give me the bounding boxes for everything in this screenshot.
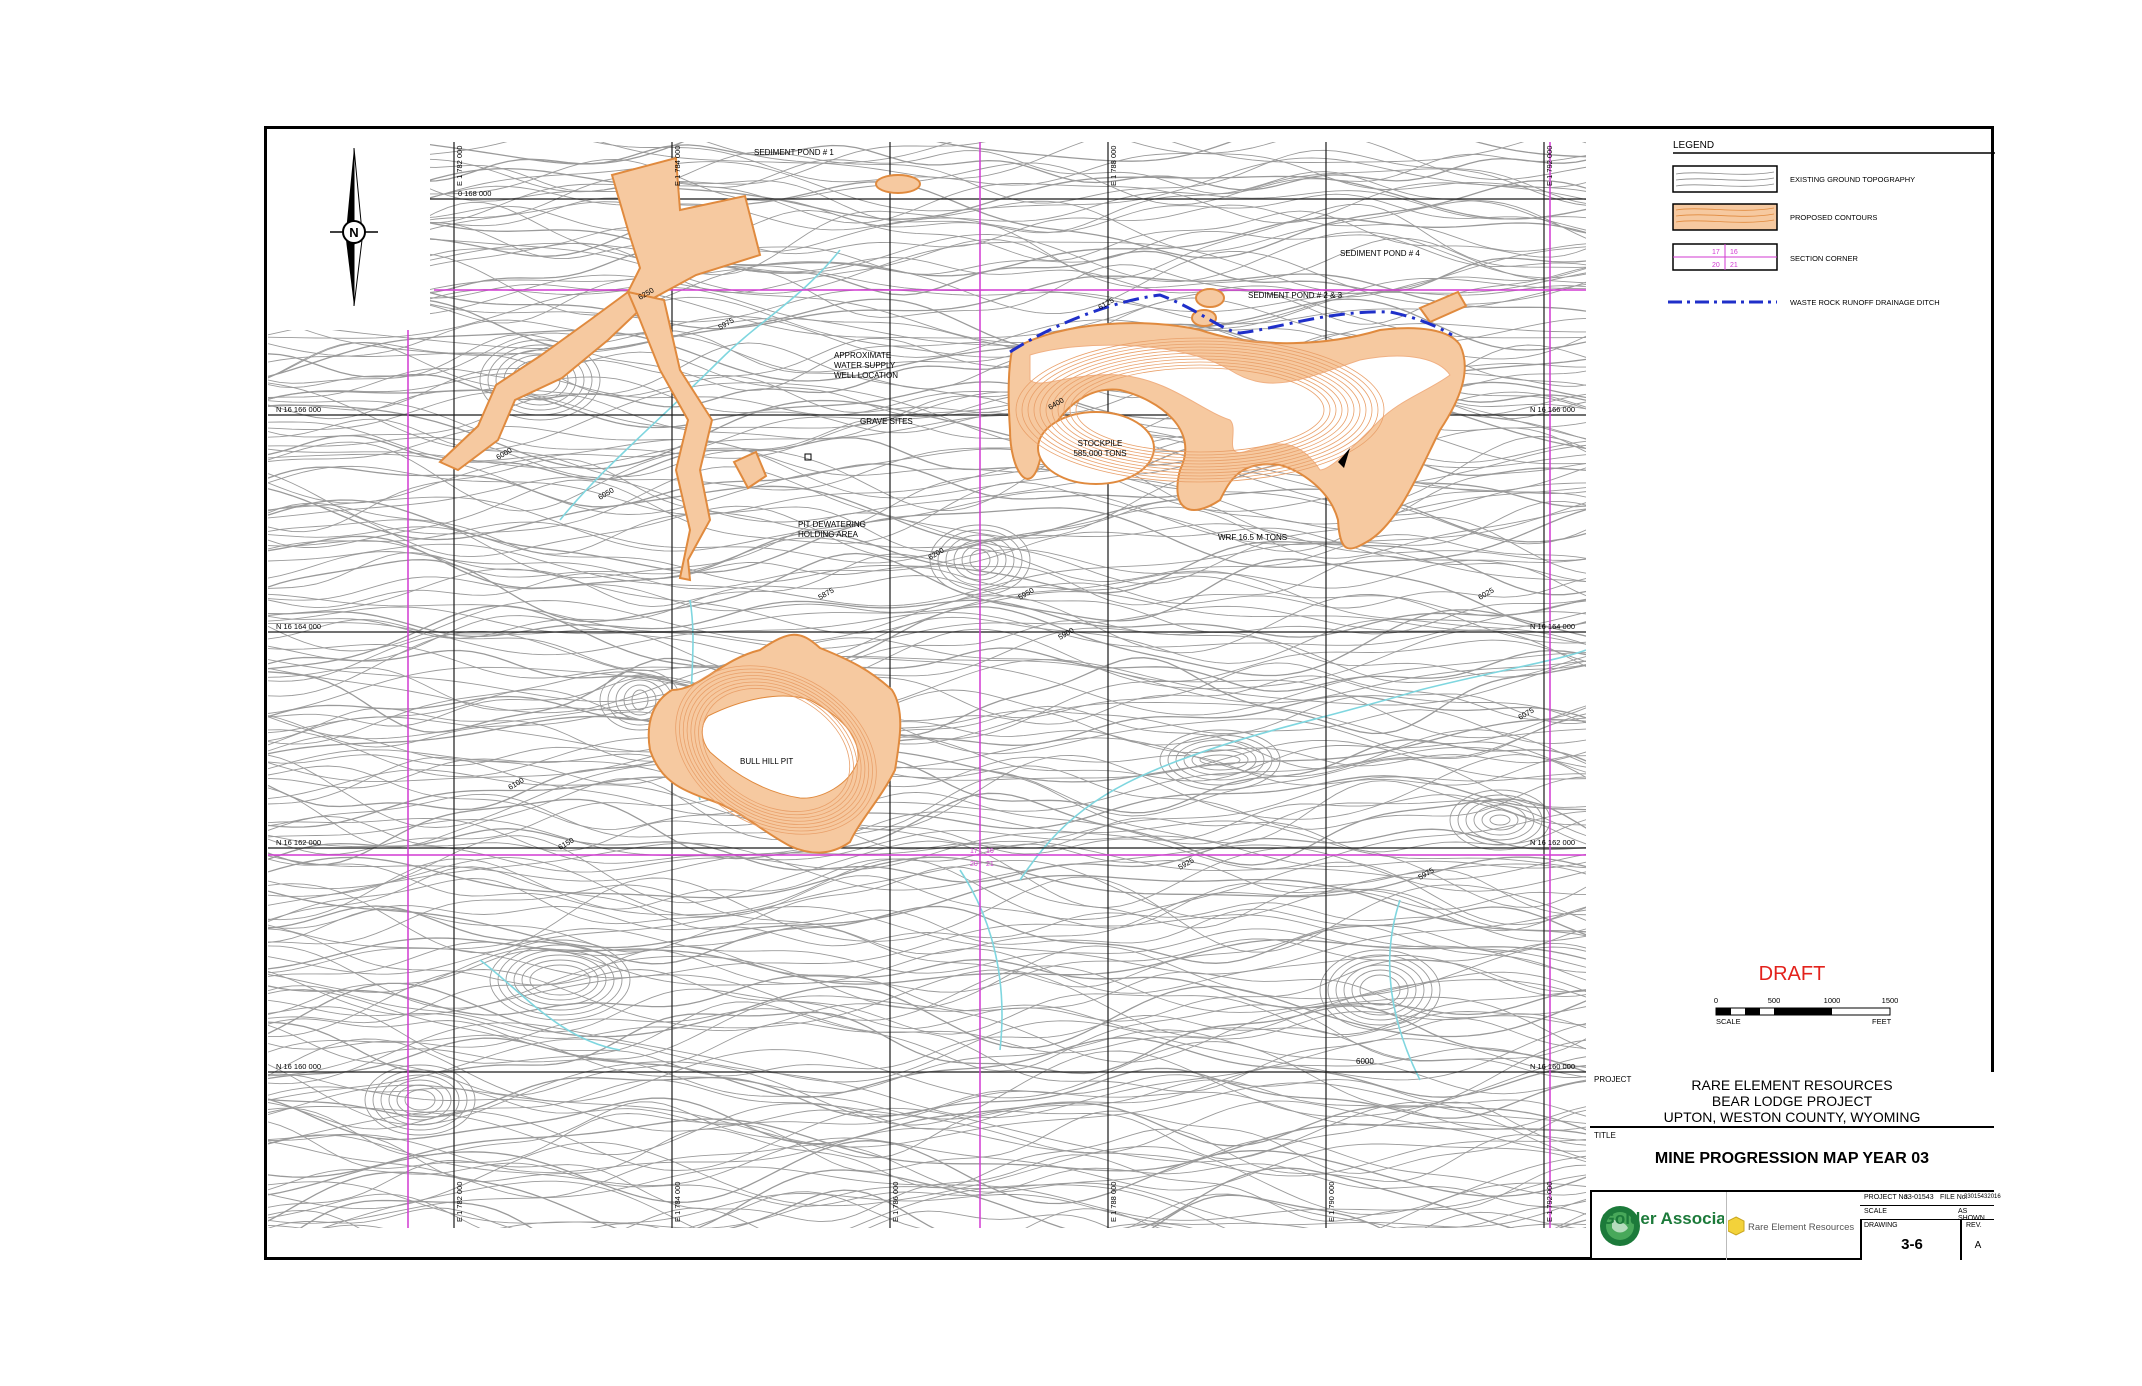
easting-label-top: E 1 784 000 bbox=[673, 146, 682, 186]
svg-text:17: 17 bbox=[1712, 249, 1720, 256]
legend-label-section-corner: SECTION CORNER bbox=[1790, 254, 1859, 263]
northing-label: 0 168 000 bbox=[458, 189, 491, 198]
label-stockpile-tons: 585,000 TONS bbox=[1073, 449, 1126, 458]
sediment-pond-1 bbox=[875, 174, 921, 194]
easting-label-top: E 1 788 000 bbox=[1109, 146, 1118, 186]
label-note-1: 6000 bbox=[1356, 1057, 1374, 1066]
rev-value: A bbox=[1974, 1240, 1982, 1251]
drawing-title: MINE PROGRESSION MAP YEAR 03 bbox=[1654, 1150, 1930, 1167]
label-water-supply-3: WELL LOCATION bbox=[834, 371, 898, 380]
company-golder: Golder Associates bbox=[1602, 1209, 1724, 1228]
legend-label-ditch: WASTE ROCK RUNOFF DRAINAGE DITCH bbox=[1790, 298, 1940, 307]
section-corner-20: 20 bbox=[970, 861, 978, 868]
legend-item-section-corner: 17 16 20 21 SECTION CORNER bbox=[1672, 243, 1859, 271]
svg-text:20: 20 bbox=[1712, 262, 1720, 269]
legend-title: LEGEND bbox=[1673, 140, 1714, 151]
drawing-sheet: SEDIMENT POND # 1 SEDIMENT POND # 2 & 3 … bbox=[0, 0, 2142, 1386]
northing-label-left: N 16 162 000 bbox=[276, 838, 321, 847]
company-rer: Rare Element Resources bbox=[1748, 1222, 1854, 1233]
svg-text:1000: 1000 bbox=[1824, 996, 1841, 1005]
rev-caption: REV. bbox=[1966, 1222, 1982, 1229]
section-corner-17: 17 bbox=[970, 848, 978, 855]
easting-label-top: E 1 792 000 bbox=[1545, 146, 1554, 186]
title-caption: TITLE bbox=[1594, 1131, 1616, 1140]
scale-bar: 0 500 1000 1500 SCALE FEET bbox=[1714, 996, 1898, 1026]
easting-label-bottom: E 1 784 000 bbox=[673, 1182, 682, 1222]
easting-label-bottom: E 1 788 000 bbox=[1109, 1182, 1118, 1222]
project-no-row: PROJECT No. 33-01543 FILE No. 3301543201… bbox=[1860, 1192, 2001, 1206]
drawing-caption: DRAWING bbox=[1864, 1222, 1898, 1229]
svg-text:1500: 1500 bbox=[1882, 996, 1899, 1005]
easting-label-bottom: E 1 792 000 bbox=[1545, 1182, 1554, 1222]
legend-label-proposed: PROPOSED CONTOURS bbox=[1790, 213, 1877, 222]
title-block-project: PROJECT RARE ELEMENT RESOURCES BEAR LODG… bbox=[1590, 1072, 1994, 1128]
legend-item-proposed: PROPOSED CONTOURS bbox=[1672, 203, 1877, 231]
map-body bbox=[268, 142, 1586, 1228]
easting-label-bottom: E 1 782 000 bbox=[455, 1182, 464, 1222]
north-arrow-icon: N bbox=[330, 147, 378, 307]
label-bull-hill-pit: BULL HILL PIT bbox=[740, 757, 793, 766]
label-grave-sites: GRAVE SITES bbox=[860, 417, 913, 426]
label-water-supply-2: WATER SUPPLY bbox=[834, 361, 896, 370]
svg-text:500: 500 bbox=[1768, 996, 1781, 1005]
northing-label-left: N 16 160 000 bbox=[276, 1062, 321, 1071]
sediment-pond-2 bbox=[1195, 288, 1225, 308]
svg-text:N: N bbox=[349, 225, 358, 240]
northing-label-right: N 16 164 000 bbox=[1530, 622, 1575, 631]
svg-text:FEET: FEET bbox=[1872, 1017, 1892, 1026]
svg-text:SCALE: SCALE bbox=[1716, 1017, 1741, 1026]
drawing-number: 3-6 bbox=[1901, 1236, 1923, 1253]
project-line-2: BEAR LODGE PROJECT bbox=[1711, 1093, 1873, 1109]
svg-text:16: 16 bbox=[1730, 249, 1738, 256]
section-corner-21: 21 bbox=[986, 861, 994, 868]
easting-label-top: E 1 782 000 bbox=[455, 146, 464, 186]
easting-label-bottom: E 1 790 000 bbox=[1327, 1182, 1336, 1222]
label-sediment-pond-23: SEDIMENT POND # 2 & 3 bbox=[1248, 291, 1343, 300]
label-wrf: WRF 16.5 M TONS bbox=[1218, 533, 1287, 542]
label-pit-holding: HOLDING AREA bbox=[798, 530, 859, 539]
draft-label: DRAFT bbox=[1759, 963, 1826, 985]
title-block-title: TITLE MINE PROGRESSION MAP YEAR 03 bbox=[1590, 1128, 1994, 1192]
northing-label-left: N 16 164 000 bbox=[276, 622, 321, 631]
scale-row: SCALE AS SHOWN bbox=[1860, 1206, 1994, 1222]
rer-logo: Rare Element Resources bbox=[1727, 1215, 1858, 1239]
northing-label-left: N 16 166 000 bbox=[276, 405, 321, 414]
label-stockpile: STOCKPILE bbox=[1078, 439, 1123, 448]
section-corner-16: 16 bbox=[986, 848, 994, 855]
project-line-1: RARE ELEMENT RESOURCES bbox=[1691, 1077, 1893, 1093]
legend: LEGEND EXISTING GROUND TOPOGRAPHY PROPOS… bbox=[1668, 140, 1995, 307]
northing-label-right: N 16 162 000 bbox=[1530, 838, 1575, 847]
label-sediment-pond-1: SEDIMENT POND # 1 bbox=[754, 148, 834, 157]
golder-logo-icon: Golder Associates bbox=[1600, 1206, 1750, 1246]
label-water-supply-1: APPROXIMATE bbox=[834, 351, 891, 360]
label-pit-dewatering: PIT DEWATERING bbox=[798, 520, 866, 529]
svg-text:0: 0 bbox=[1714, 996, 1718, 1005]
northing-label-right: N 16 166 000 bbox=[1530, 405, 1575, 414]
northing-label-right: N 16 160 000 bbox=[1530, 1062, 1575, 1071]
svg-text:21: 21 bbox=[1730, 262, 1738, 269]
legend-item-ditch: WASTE ROCK RUNOFF DRAINAGE DITCH bbox=[1668, 298, 1940, 307]
golder-logo: Golder Associates bbox=[1594, 1200, 1750, 1252]
project-line-3: UPTON, WESTON COUNTY, WYOMING bbox=[1663, 1109, 1921, 1125]
legend-item-topography: EXISTING GROUND TOPOGRAPHY bbox=[1672, 165, 1915, 193]
legend-label-topography: EXISTING GROUND TOPOGRAPHY bbox=[1790, 175, 1915, 184]
easting-label-bottom: E 1 786 000 bbox=[891, 1182, 900, 1222]
label-sediment-pond-4: SEDIMENT POND # 4 bbox=[1340, 249, 1420, 258]
